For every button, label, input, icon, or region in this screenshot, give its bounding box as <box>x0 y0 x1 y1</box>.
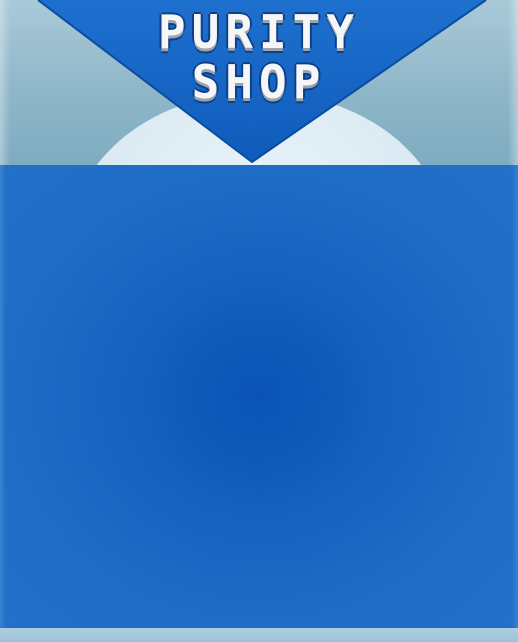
panel-diamond-shade <box>41 179 477 615</box>
shop-title-line1: PURITY <box>157 5 361 59</box>
shop-content-panel <box>0 165 518 628</box>
panel-edge-left <box>0 165 6 628</box>
shop-window: PURITY SHOP <box>0 0 518 642</box>
shop-title-line2: SHOP <box>191 55 327 109</box>
footer-strip <box>0 628 518 642</box>
panel-edge-right <box>512 165 518 628</box>
